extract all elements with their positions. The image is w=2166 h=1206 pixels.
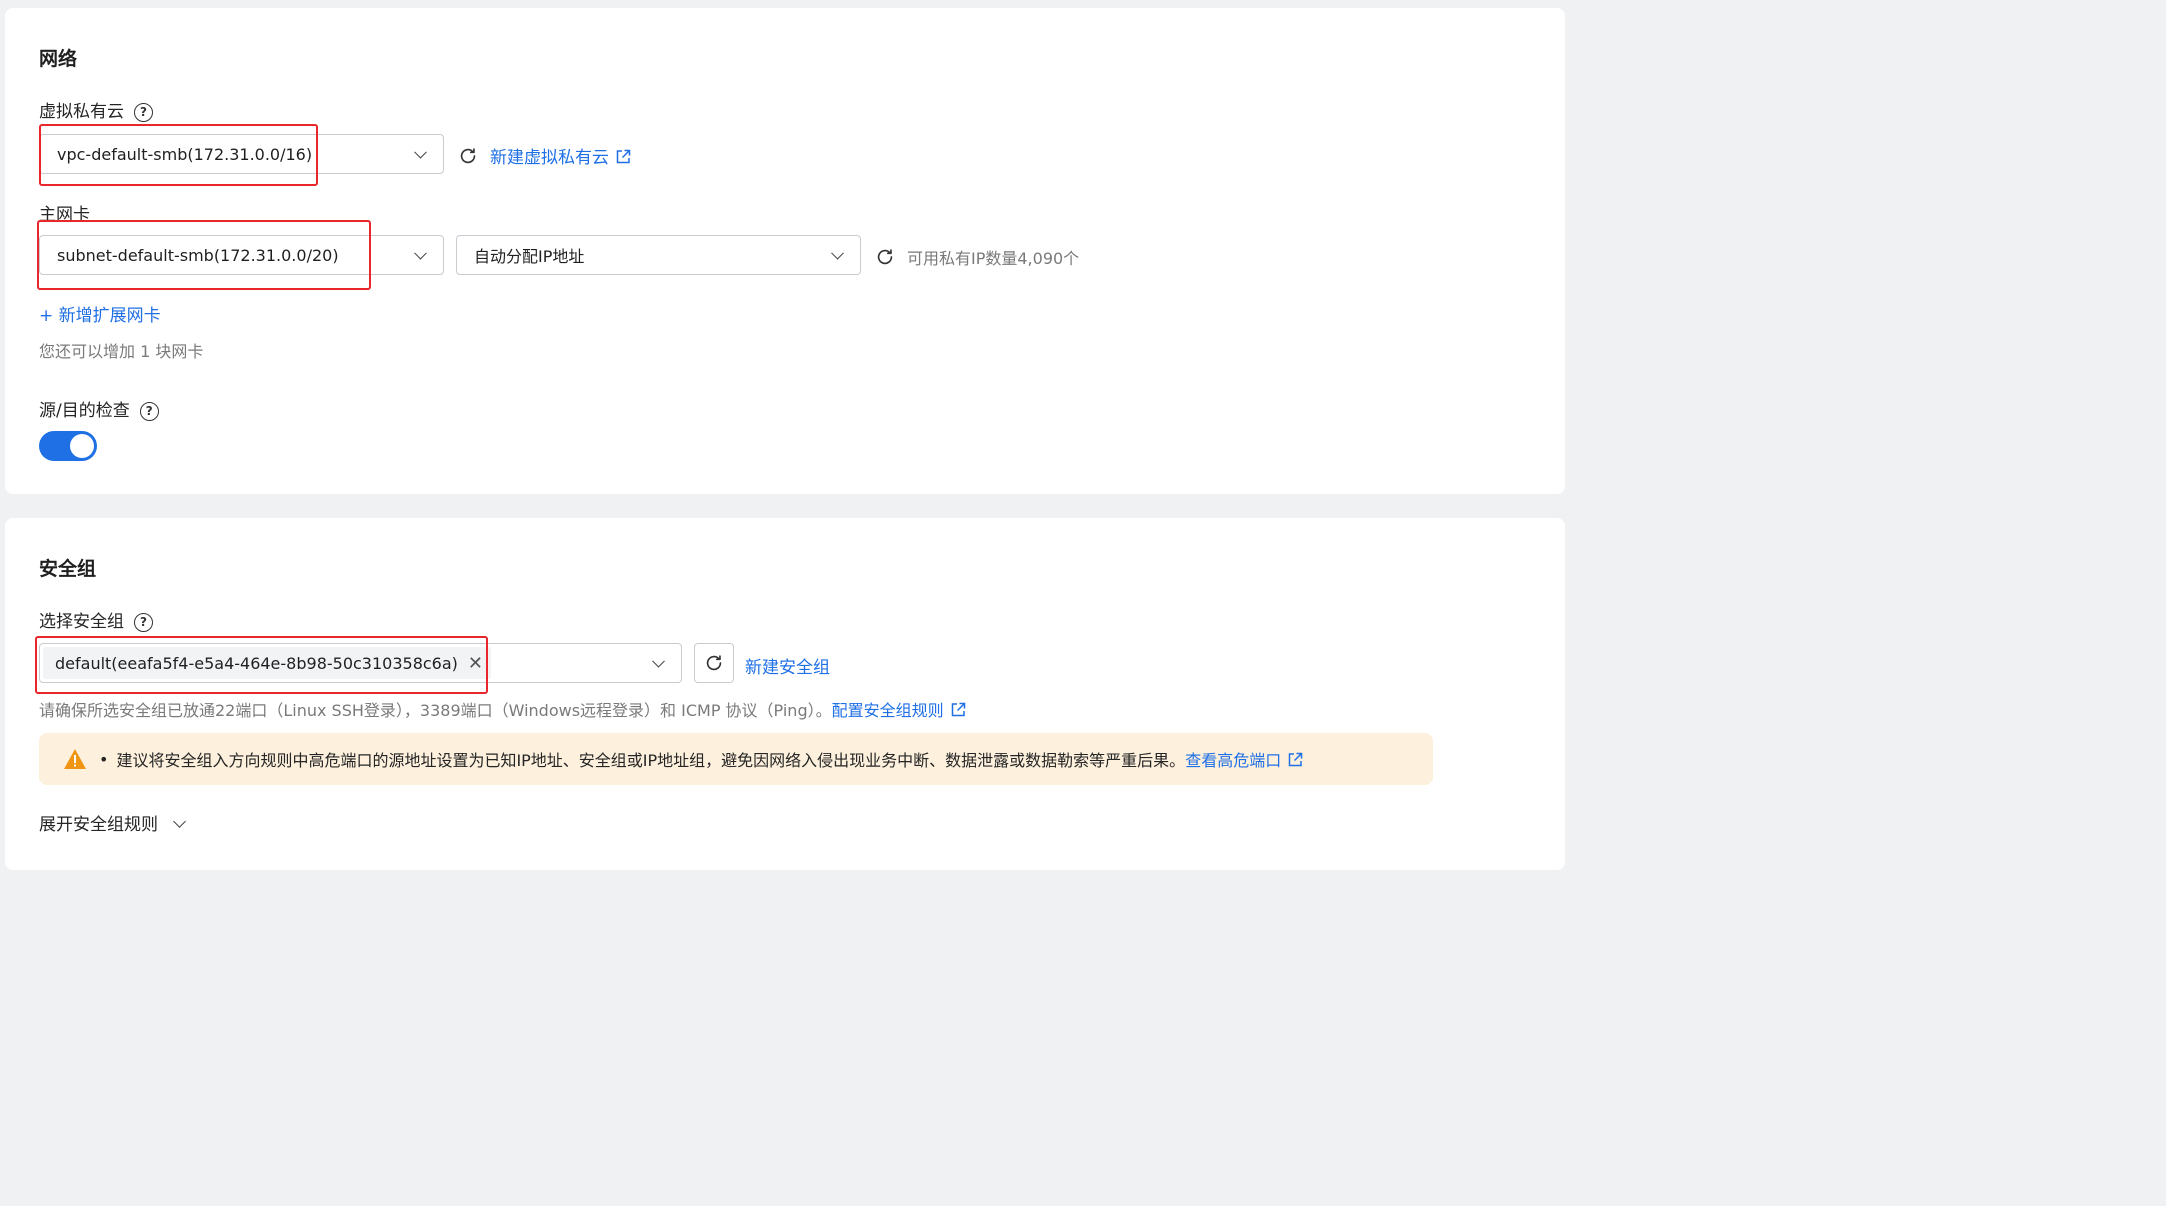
help-icon[interactable]: ? [134,102,153,122]
close-icon[interactable]: ✕ [468,653,483,674]
high-risk-warning-banner: • 建议将安全组入方向规则中高危端口的源地址设置为已知IP地址、安全组或IP地址… [39,733,1433,785]
add-extension-nic-link[interactable]: + 新增扩展网卡 [39,301,161,326]
refresh-icon[interactable] [874,246,896,268]
vpc-label-row: 虚拟私有云? [39,97,153,122]
selected-sg-tag-label: default(eeafa5f4-e5a4-464e-8b98-50c31035… [55,653,458,673]
ip-mode-select-value: 自动分配IP地址 [474,247,585,266]
external-link-icon [616,149,631,164]
chevron-down-icon [173,815,187,828]
warning-text: 建议将安全组入方向规则中高危端口的源地址设置为已知IP地址、安全组或IP地址组，… [116,751,1186,770]
vpc-select[interactable]: vpc-default-smb(172.31.0.0/16) [39,134,444,174]
select-sg-label-row: 选择安全组? [39,607,153,632]
bullet: • [99,749,109,769]
chevron-down-icon [652,654,665,668]
selected-sg-tag: default(eeafa5f4-e5a4-464e-8b98-50c31035… [43,647,491,679]
view-high-risk-ports-link[interactable]: 查看高危端口 [1185,751,1281,770]
refresh-button[interactable] [694,643,734,683]
vpc-label: 虚拟私有云 [39,102,124,122]
new-security-group-link[interactable]: 新建安全组 [745,653,830,678]
warning-icon [64,749,86,769]
refresh-icon [706,655,722,671]
chevron-down-icon [414,145,427,159]
subnet-select-value: subnet-default-smb(172.31.0.0/20) [57,245,339,265]
nic-label: 主网卡 [39,205,90,225]
help-icon[interactable]: ? [134,612,153,632]
expand-sg-rules-label: 展开安全组规则 [39,815,158,835]
security-group-section-title: 安全组 [39,558,97,580]
subnet-select[interactable]: subnet-default-smb(172.31.0.0/20) [39,235,444,275]
src-dst-check-label-row: 源/目的检查? [39,396,159,421]
external-link-icon [951,702,965,717]
vpc-select-value: vpc-default-smb(172.31.0.0/16) [57,144,313,164]
available-ip-count: 可用私有IP数量4,090个 [907,249,1080,268]
warning-text-row: 建议将安全组入方向规则中高危端口的源地址设置为已知IP地址、安全组或IP地址组，… [116,747,1303,771]
external-link-icon [1288,752,1303,767]
select-sg-label: 选择安全组 [39,612,124,632]
config-sg-rules-link[interactable]: 配置安全组规则 [832,701,944,720]
toggle-knob [70,434,94,458]
add-nic-hint: 您还可以增加 1 块网卡 [39,342,204,361]
expand-sg-rules-toggle[interactable]: 展开安全组规则 [39,810,187,835]
network-section-title: 网络 [39,48,78,70]
src-dst-check-toggle[interactable] [39,431,97,461]
new-vpc-link[interactable]: 新建虚拟私有云 [490,148,609,168]
help-icon[interactable]: ? [139,401,159,421]
refresh-icon[interactable] [457,145,479,167]
new-vpc-link-row[interactable]: 新建虚拟私有云 [490,143,631,168]
chevron-down-icon [831,246,844,260]
chevron-down-icon [414,246,427,260]
ip-mode-select[interactable]: 自动分配IP地址 [456,235,861,275]
port-hint: 请确保所选安全组已放通22端口（Linux SSH登录），3389端口（Wind… [39,701,832,720]
port-hint-row: 请确保所选安全组已放通22端口（Linux SSH登录），3389端口（Wind… [39,697,966,721]
src-dst-check-label: 源/目的检查 [39,401,130,421]
security-group-card [5,518,1565,870]
